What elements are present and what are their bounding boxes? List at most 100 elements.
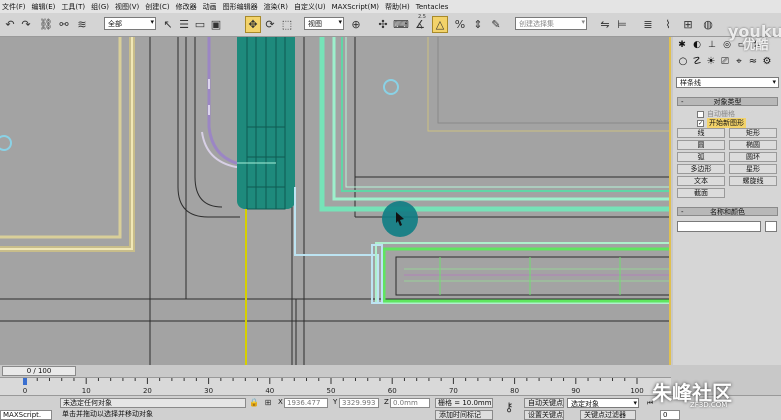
menu-item[interactable]: 编辑(E) [32, 2, 56, 12]
main-toolbar: ↶ ↷ ⛓ ⚯ ≋ 全部 ▾ ↖ ☰ ▭ ▣ ✥ ⟳ ⬚ 视图 ▾ ⊕ ✣ ⌨ 2.… [0, 13, 781, 37]
track-tick-label: 40 [265, 387, 274, 395]
key-set-dropdown[interactable]: 选定对象 ▾ [567, 398, 639, 408]
menu-item[interactable]: 帮助(H) [385, 2, 410, 12]
small-circle-top [383, 79, 399, 95]
auto-key-button[interactable]: 自动关键点 [524, 398, 564, 408]
hierarchy-tab-icon[interactable]: ⊥ [705, 39, 719, 51]
lights-icon[interactable]: ☀ [705, 53, 717, 69]
undo-icon[interactable]: ↶ [2, 16, 18, 33]
select-and-move-icon[interactable]: ✥ [245, 16, 261, 33]
absolute-transform-icon[interactable]: ⊞ [262, 396, 274, 408]
checkbox-icon [697, 110, 704, 118]
menu-item[interactable]: 动画 [203, 2, 217, 12]
menu-item[interactable]: 创建(C) [145, 2, 169, 12]
select-object-icon[interactable]: ↖ [160, 16, 176, 33]
curve-editor-icon[interactable]: ⌇ [660, 16, 676, 33]
add-time-tag-button[interactable]: 添加时间标记 [435, 410, 493, 420]
named-selection-sets-field[interactable]: 创建选择集 ▾ [515, 17, 587, 30]
object-type-button[interactable]: 文本 [677, 176, 725, 186]
menu-item[interactable]: 视图(V) [115, 2, 139, 12]
selection-filter-dropdown[interactable]: 全部 ▾ [104, 17, 156, 30]
create-tab-icon[interactable]: ✱ [675, 39, 689, 51]
keyboard-shortcut-icon[interactable]: ⌨ [393, 16, 409, 33]
pivot-center-icon[interactable]: ⊕ [348, 16, 364, 33]
object-type-button[interactable]: 多边形 [677, 164, 725, 174]
select-and-rotate-icon[interactable]: ⟳ [262, 16, 278, 33]
z-coord-field[interactable]: 0.0mm [390, 398, 430, 408]
z-coord-value: 0.0mm [393, 399, 418, 407]
y-coord-field[interactable]: 3329.993 [339, 398, 379, 408]
edit-named-selections-icon[interactable]: ✎ [488, 16, 504, 33]
object-type-button[interactable]: 螺旋线 [729, 176, 777, 186]
menu-item[interactable]: 图形编辑器 [223, 2, 258, 12]
redo-icon[interactable]: ↷ [18, 16, 34, 33]
time-slider-knob[interactable]: 0 / 100 [2, 366, 76, 376]
current-frame-field[interactable]: 0 [660, 410, 680, 420]
object-type-button[interactable]: 截面 [677, 188, 725, 198]
modify-tab-icon[interactable]: ◐ [690, 39, 704, 51]
named-selection-placeholder: 创建选择集 [519, 20, 554, 28]
unlink-icon[interactable]: ⚯ [56, 16, 72, 33]
viewport-scene [0, 37, 669, 365]
menu-item[interactable]: 组(G) [91, 2, 109, 12]
key-filters-button[interactable]: 关键点过滤器 [580, 410, 636, 420]
menu-item[interactable]: 文件(F) [2, 2, 26, 12]
schematic-view-icon[interactable]: ⊞ [680, 16, 696, 33]
grid-size-text: 栅格 = 10.0mm [438, 399, 492, 407]
set-key-button[interactable]: 设置关键点 [524, 410, 564, 420]
object-type-button[interactable]: 弧 [677, 152, 725, 162]
angle-snap-icon[interactable]: △ [432, 16, 448, 33]
maxscript-listener[interactable]: MAXScript. [0, 410, 52, 420]
menu-item[interactable]: 修改器 [176, 2, 197, 12]
layer-manager-icon[interactable]: ≣ [640, 16, 656, 33]
object-type-button[interactable]: 线 [677, 128, 725, 138]
name-color-title: 名称和颜色 [710, 208, 745, 216]
beige-frame-left [0, 37, 135, 252]
track-tick-label: 50 [327, 387, 336, 395]
object-type-button[interactable]: 矩形 [729, 128, 777, 138]
reference-coordinate-dropdown[interactable]: 视图 ▾ [304, 17, 344, 30]
systems-icon[interactable]: ⚙ [761, 53, 773, 69]
align-icon[interactable]: ⊨ [614, 16, 630, 33]
shapes-icon[interactable]: ☡ [691, 53, 703, 69]
material-editor-icon[interactable]: ◍ [700, 16, 716, 33]
cameras-icon[interactable]: ⎚ [719, 53, 731, 69]
lock-selection-icon[interactable]: 🔒 [248, 396, 260, 408]
object-color-swatch[interactable] [765, 221, 777, 232]
menu-item[interactable]: 自定义(U) [294, 2, 326, 12]
start-new-shape-checkbox[interactable]: ✓ 开始新图形 [697, 118, 746, 128]
shape-category-dropdown[interactable]: 样条线 ▾ [676, 77, 779, 88]
youku-watermark-bottom: 优酷 [742, 38, 769, 53]
geometry-icon[interactable]: ○ [677, 53, 689, 69]
menu-item[interactable]: MAXScript(M) [332, 3, 379, 11]
link-icon[interactable]: ⛓ [38, 16, 54, 33]
object-type-button[interactable]: 椭圆 [729, 140, 777, 150]
name-color-rollout[interactable]: - 名称和颜色 [677, 207, 778, 216]
track-bar[interactable]: 0 10 20 30 40 50 60 70 80 90 100 [0, 377, 671, 395]
current-frame-value: 0 [663, 411, 668, 419]
time-slider[interactable]: 0 / 100 [0, 365, 671, 377]
select-manipulate-icon[interactable]: ✣ [375, 16, 391, 33]
select-and-scale-icon[interactable]: ⬚ [279, 16, 295, 33]
select-by-name-icon[interactable]: ☰ [176, 16, 192, 33]
object-type-button[interactable]: 圆 [677, 140, 725, 150]
x-coord-field[interactable]: 1936.477 [284, 398, 328, 408]
object-type-button[interactable]: 圆环 [729, 152, 777, 162]
helpers-icon[interactable]: ⌖ [733, 53, 745, 69]
percent-snap-icon[interactable]: % [452, 16, 468, 33]
snap-toggle-icon[interactable]: 2.5 ∡ [412, 14, 428, 33]
window-crossing-icon[interactable]: ▣ [208, 16, 224, 33]
menu-item[interactable]: 工具(T) [61, 2, 85, 12]
spinner-snap-icon[interactable]: ⇕ [470, 16, 486, 33]
menu-item[interactable]: Tentacles [416, 3, 449, 11]
object-name-field[interactable] [677, 221, 761, 232]
mirror-icon[interactable]: ⇋ [597, 16, 613, 33]
bind-space-warp-icon[interactable]: ≋ [74, 16, 90, 33]
object-type-rollout[interactable]: - 对象类型 [677, 97, 778, 106]
rectangle-selection-icon[interactable]: ▭ [192, 16, 208, 33]
perspective-viewport[interactable] [0, 37, 671, 365]
menu-item[interactable]: 渲染(R) [264, 2, 288, 12]
key-icon[interactable]: ⚷ [501, 398, 517, 416]
space-warps-icon[interactable]: ≈ [747, 53, 759, 69]
object-type-button[interactable]: 星形 [729, 164, 777, 174]
